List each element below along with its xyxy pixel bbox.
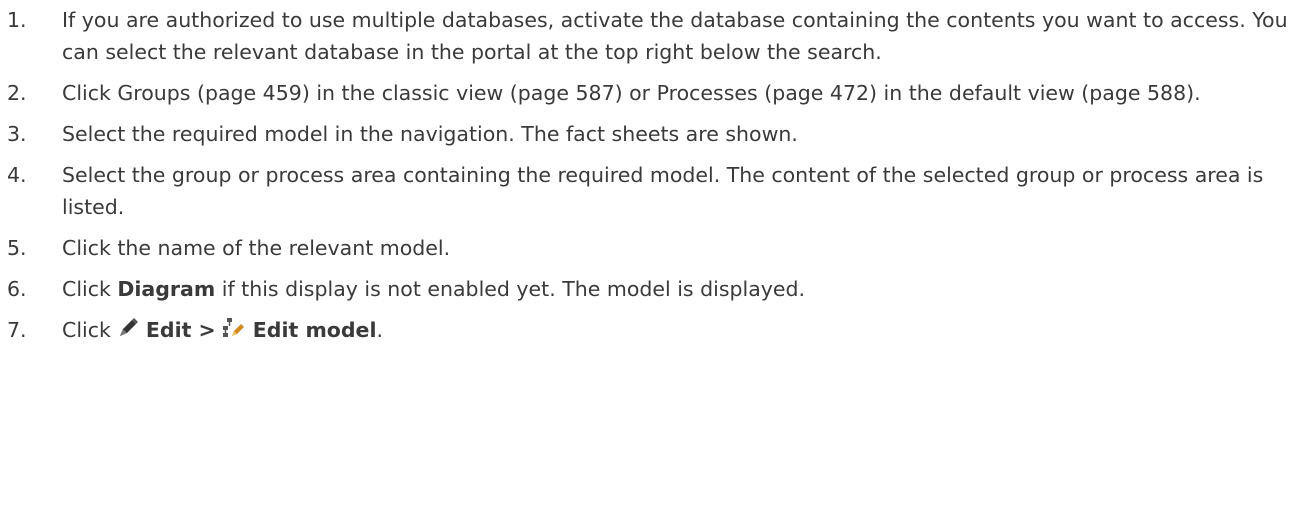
step-text: If you are authorized to use multiple da… xyxy=(62,8,1288,64)
step-3: 3. Select the required model in the navi… xyxy=(0,118,1306,150)
step-text: Click Groups (page 459) in the classic v… xyxy=(62,81,1201,105)
step-prefix: Click xyxy=(62,277,118,301)
step-1: 1. If you are authorized to use multiple… xyxy=(0,4,1306,68)
step-text: Click Diagram if this display is not ena… xyxy=(62,277,805,301)
step-4: 4. Select the group or process area cont… xyxy=(0,159,1306,223)
step-number: 7. xyxy=(7,318,27,342)
pencil-icon xyxy=(117,317,139,339)
step-number: 4. xyxy=(7,163,27,187)
edit-menu-label: Edit > xyxy=(145,318,216,342)
diagram-label: Diagram xyxy=(117,277,216,301)
instruction-steps: 1. If you are authorized to use multiple… xyxy=(0,0,1306,346)
step-number: 5. xyxy=(7,236,27,260)
edit-model-label: Edit model xyxy=(252,318,377,342)
step-5: 5. Click the name of the relevant model. xyxy=(0,232,1306,264)
step-text: Click Edit > Edit model. xyxy=(62,318,383,342)
step-suffix: . xyxy=(376,318,384,342)
step-7: 7. Click Edit > Edit model. xyxy=(0,314,1306,346)
step-2: 2. Click Groups (page 459) in the classi… xyxy=(0,77,1306,109)
step-text: Select the required model in the navigat… xyxy=(62,122,798,146)
step-number: 2. xyxy=(7,81,27,105)
step-6: 6. Click Diagram if this display is not … xyxy=(0,273,1306,305)
edit-model-icon xyxy=(222,317,246,339)
step-text: Click the name of the relevant model. xyxy=(62,236,451,260)
step-number: 6. xyxy=(7,277,27,301)
step-number: 1. xyxy=(7,8,27,32)
step-number: 3. xyxy=(7,122,27,146)
step-suffix: if this display is not enabled yet. The … xyxy=(215,277,806,301)
step-text: Select the group or process area contain… xyxy=(62,163,1264,219)
step-prefix: Click xyxy=(62,318,118,342)
